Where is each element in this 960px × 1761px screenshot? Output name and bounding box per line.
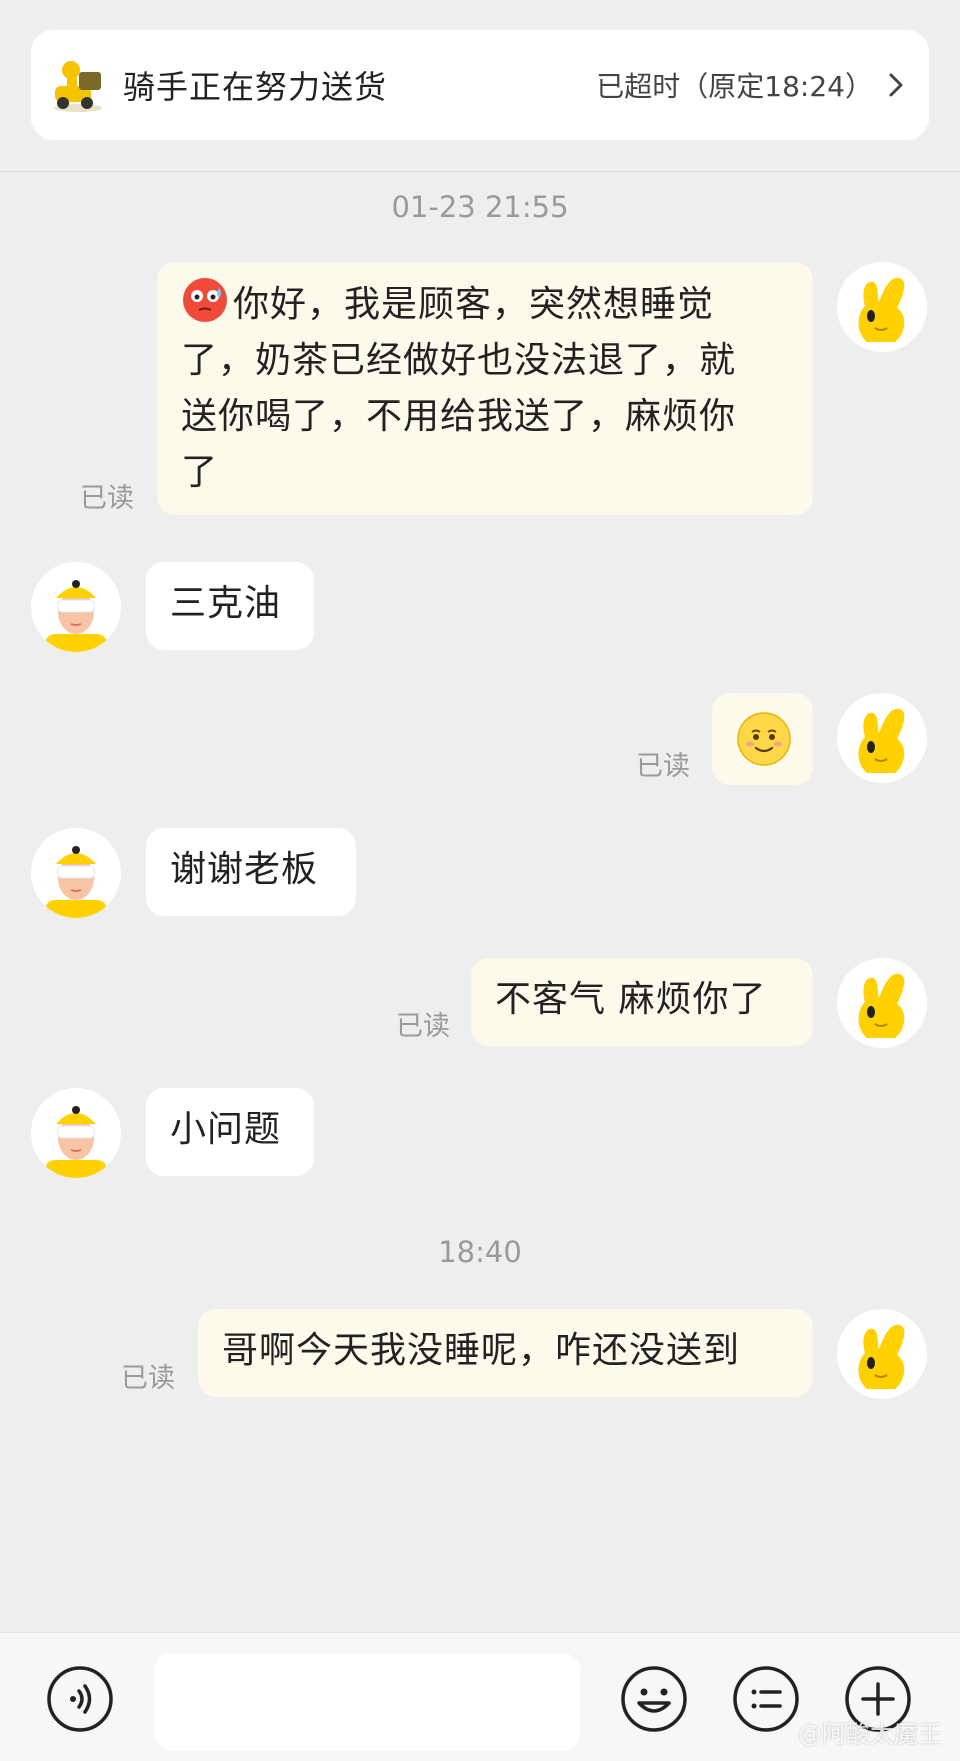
message-text-line: 送你喝了，不用给我送了，麻烦你 (181, 396, 737, 437)
rider-avatar-icon (45, 846, 107, 918)
chevron-right-icon (889, 73, 903, 97)
input-toolbar: @阿酸太魔王 (0, 1632, 960, 1761)
message-bubble-rider-3[interactable]: 小问题 (146, 1088, 314, 1176)
flushed-face-emoji (183, 278, 227, 322)
rider-avatar[interactable] (31, 828, 121, 918)
smiling-face-emoji (737, 712, 791, 766)
rider-avatar-icon (45, 580, 107, 652)
quick-reply-icon[interactable] (732, 1665, 800, 1733)
message-bubble-rider-2[interactable]: 谢谢老板 (146, 828, 356, 916)
yellow-hand-avatar-icon (858, 277, 905, 342)
read-receipt: 已读 (396, 1011, 450, 1042)
delivery-title: 骑手正在努力送货 (123, 68, 388, 106)
yellow-hand-avatar-icon (858, 708, 905, 773)
yellow-hand-avatar-icon (858, 973, 905, 1038)
delivery-status: 已超时（原定18:24） (596, 70, 873, 103)
message-bubble-me-4[interactable]: 哥啊今天我没睡呢，咋还没送到 (198, 1309, 813, 1397)
message-input[interactable] (154, 1653, 580, 1751)
my-avatar[interactable] (837, 262, 927, 352)
message-bubble-me-2[interactable] (712, 693, 813, 785)
message-bubble-rider-1[interactable]: 三克油 (146, 562, 314, 650)
message-text-line: 了，奶茶已经做好也没法退了，就 (181, 340, 737, 381)
voice-icon[interactable] (46, 1665, 114, 1733)
timestamp: 18:40 (438, 1235, 522, 1269)
read-receipt: 已读 (121, 1363, 175, 1394)
message-bubble-me-3[interactable]: 不客气 麻烦你了 (471, 958, 813, 1046)
delivery-status-card[interactable]: 骑手正在努力送货 已超时（原定18:24） (31, 30, 929, 140)
my-avatar[interactable] (837, 693, 927, 783)
message-bubble-me-1[interactable]: 你好，我是顾客，突然想睡觉 了，奶茶已经做好也没法退了，就 送你喝了，不用给我送… (157, 262, 813, 515)
my-avatar[interactable] (837, 958, 927, 1048)
rider-avatar[interactable] (31, 1088, 121, 1178)
message-text-line: 了 (181, 452, 219, 493)
rider-avatar-icon (45, 1106, 107, 1178)
watermark: @阿酸太魔王 (798, 1720, 942, 1748)
message-text-line: 你好，我是顾客，突然想睡觉 (233, 284, 715, 325)
header-divider (0, 171, 960, 172)
timestamp: 01-23 21:55 (391, 190, 569, 224)
yellow-hand-avatar-icon (858, 1324, 905, 1389)
rider-scooter-icon (54, 61, 102, 112)
read-receipt: 已读 (80, 483, 134, 514)
read-receipt: 已读 (636, 751, 690, 782)
my-avatar[interactable] (837, 1309, 927, 1399)
rider-avatar[interactable] (31, 562, 121, 652)
emoji-icon[interactable] (620, 1665, 688, 1733)
